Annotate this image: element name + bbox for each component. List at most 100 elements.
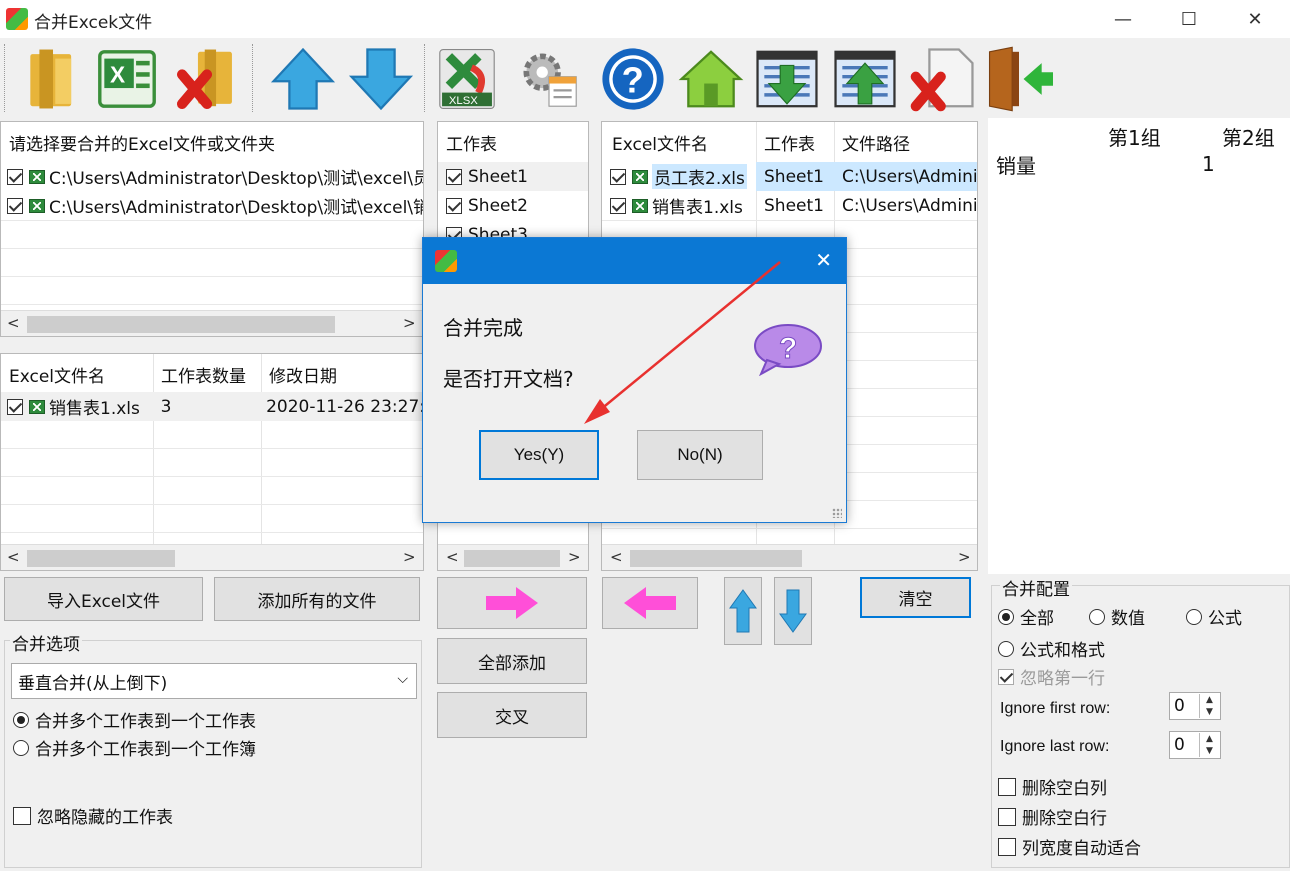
toolbar: X XLSX ? [0,38,1290,118]
sheet-item[interactable]: Sheet2 [438,191,528,220]
dialog-close-button[interactable]: ✕ [815,248,832,272]
clear-button[interactable]: 清空 [860,577,971,618]
radio-dot[interactable] [998,640,1014,657]
horizontal-scrollbar[interactable]: < > [1,310,423,336]
delete-blank-columns-checkbox[interactable]: 删除空白列 [998,774,1107,799]
scroll-left-icon[interactable]: < [7,548,20,566]
move-down-button[interactable] [344,42,418,116]
radio-dot[interactable] [13,711,29,728]
add-right-button[interactable] [437,577,587,629]
move-row-down-button[interactable] [774,577,812,645]
delete-file-button[interactable] [906,42,980,116]
ignore-hidden-checkbox[interactable]: 忽略隐藏的工作表 [13,803,173,828]
yes-button[interactable]: Yes(Y) [479,430,599,480]
checkbox-box[interactable] [998,777,1016,796]
horizontal-scrollbar[interactable]: < > [438,544,588,570]
scroll-right-icon[interactable]: > [403,548,416,566]
scroll-thumb[interactable] [27,316,335,333]
sheet-checkbox[interactable] [446,168,462,185]
add-all-files-button[interactable]: 添加所有的文件 [214,577,420,621]
export-list-button[interactable] [828,42,902,116]
maximize-button[interactable]: ☐ [1156,0,1222,38]
config-formula-radio[interactable]: 公式 [1186,604,1242,629]
row-checkbox[interactable] [610,197,626,214]
merge-to-sheet-radio[interactable]: 合并多个工作表到一个工作表 [13,707,256,732]
exit-button[interactable] [982,42,1056,116]
checkbox-box[interactable] [998,837,1016,856]
ignore-first-row-checkbox[interactable]: 忽略第一行 [998,664,1105,689]
merge-mode-select[interactable]: 垂直合并(从上倒下) ⌵ [11,663,417,699]
excel-file-icon [29,399,45,414]
file-list-item[interactable]: C:\Users\Administrator\Desktop\测试\excel\… [1,191,423,220]
no-button[interactable]: No(N) [637,430,763,480]
scroll-right-icon[interactable]: > [568,548,581,566]
delete-blank-rows-checkbox[interactable]: 删除空白行 [998,804,1107,829]
move-row-up-button[interactable] [724,577,762,645]
import-list-button[interactable] [750,42,824,116]
column-header-filename[interactable]: Excel文件名 [1,354,153,394]
horizontal-scrollbar[interactable]: < > [1,544,423,570]
config-value-radio[interactable]: 数值 [1089,604,1145,629]
radio-dot[interactable] [998,608,1014,625]
column-header-sheet-count[interactable]: 工作表数量 [153,354,261,394]
radio-dot[interactable] [1089,608,1105,625]
scroll-thumb[interactable] [630,550,802,567]
horizontal-scrollbar[interactable]: < > [602,544,977,570]
row-checkbox[interactable] [7,398,23,415]
ignore-first-row-spinner[interactable]: 0 ▲ ▼ [1169,692,1221,720]
scroll-left-icon[interactable]: < [446,548,459,566]
config-formula-format-radio[interactable]: 公式和格式 [998,636,1105,661]
table-row[interactable]: 员工表2.xls Sheet1 C:\Users\Admini [602,162,977,191]
help-button[interactable]: ? [596,42,670,116]
sheet-item[interactable]: Sheet1 [438,162,588,191]
scroll-left-icon[interactable]: < [610,548,623,566]
cross-button[interactable]: 交叉 [437,692,587,738]
file-table-panel: Excel文件名 工作表数量 修改日期 销售表1.xls 3 2020-11-2… [0,353,424,571]
autofit-columns-checkbox[interactable]: 列宽度自动适合 [998,834,1141,859]
scroll-right-icon[interactable]: > [958,548,971,566]
sheet-header[interactable]: 工作表 [438,122,588,162]
table-row[interactable]: 销售表1.xls Sheet1 C:\Users\Admini [602,191,977,220]
merge-to-workbook-radio[interactable]: 合并多个工作表到一个工作簿 [13,735,256,760]
config-all-radio[interactable]: 全部 [998,604,1054,629]
scroll-thumb[interactable] [464,550,560,567]
sheet-checkbox[interactable] [446,197,462,214]
spinner-arrows-icon[interactable]: ▲ ▼ [1199,733,1219,757]
scroll-right-icon[interactable]: > [403,314,416,332]
row-checkbox[interactable] [610,168,626,185]
radio-label: 全部 [1020,609,1054,629]
checkbox-box[interactable] [13,806,31,825]
remove-left-button[interactable] [602,577,698,629]
column-header-sheet[interactable]: 工作表 [756,122,834,162]
file-checkbox[interactable] [7,197,23,214]
table-row[interactable]: 销售表1.xls 3 2020-11-26 23:27: [1,392,423,421]
spinner-arrows-icon[interactable]: ▲ ▼ [1199,694,1219,718]
scroll-thumb[interactable] [27,550,175,567]
file-checkbox[interactable] [7,168,23,185]
move-up-button[interactable] [266,42,340,116]
scroll-left-icon[interactable]: < [7,314,20,332]
settings-button[interactable] [512,42,586,116]
xlsx-convert-button[interactable]: XLSX [430,42,504,116]
radio-dot[interactable] [1186,608,1202,625]
open-folder-button[interactable] [16,42,90,116]
close-button[interactable]: ✕ [1222,0,1288,38]
home-button[interactable] [674,42,748,116]
delete-folder-button[interactable] [170,42,244,116]
checkbox-box[interactable] [998,807,1016,826]
file-list-item[interactable]: C:\Users\Administrator\Desktop\测试\excel\… [1,162,423,191]
import-excel-button[interactable]: 导入Excel文件 [4,577,203,621]
column-header-path[interactable]: 文件路径 [834,122,977,162]
ignore-last-row-spinner[interactable]: 0 ▲ ▼ [1169,731,1221,759]
radio-label: 公式和格式 [1020,641,1105,661]
excel-file-icon [632,198,648,213]
resize-grip-icon[interactable] [832,508,842,518]
column-header-modified-date[interactable]: 修改日期 [261,354,423,394]
radio-dot[interactable] [13,739,29,756]
checkbox-label: 列宽度自动适合 [1022,839,1141,859]
checkbox-box[interactable] [998,668,1014,685]
column-header-filename[interactable]: Excel文件名 [602,122,756,162]
excel-file-button[interactable]: X [90,42,164,116]
minimize-button[interactable]: — [1090,0,1156,38]
add-all-button[interactable]: 全部添加 [437,638,587,684]
